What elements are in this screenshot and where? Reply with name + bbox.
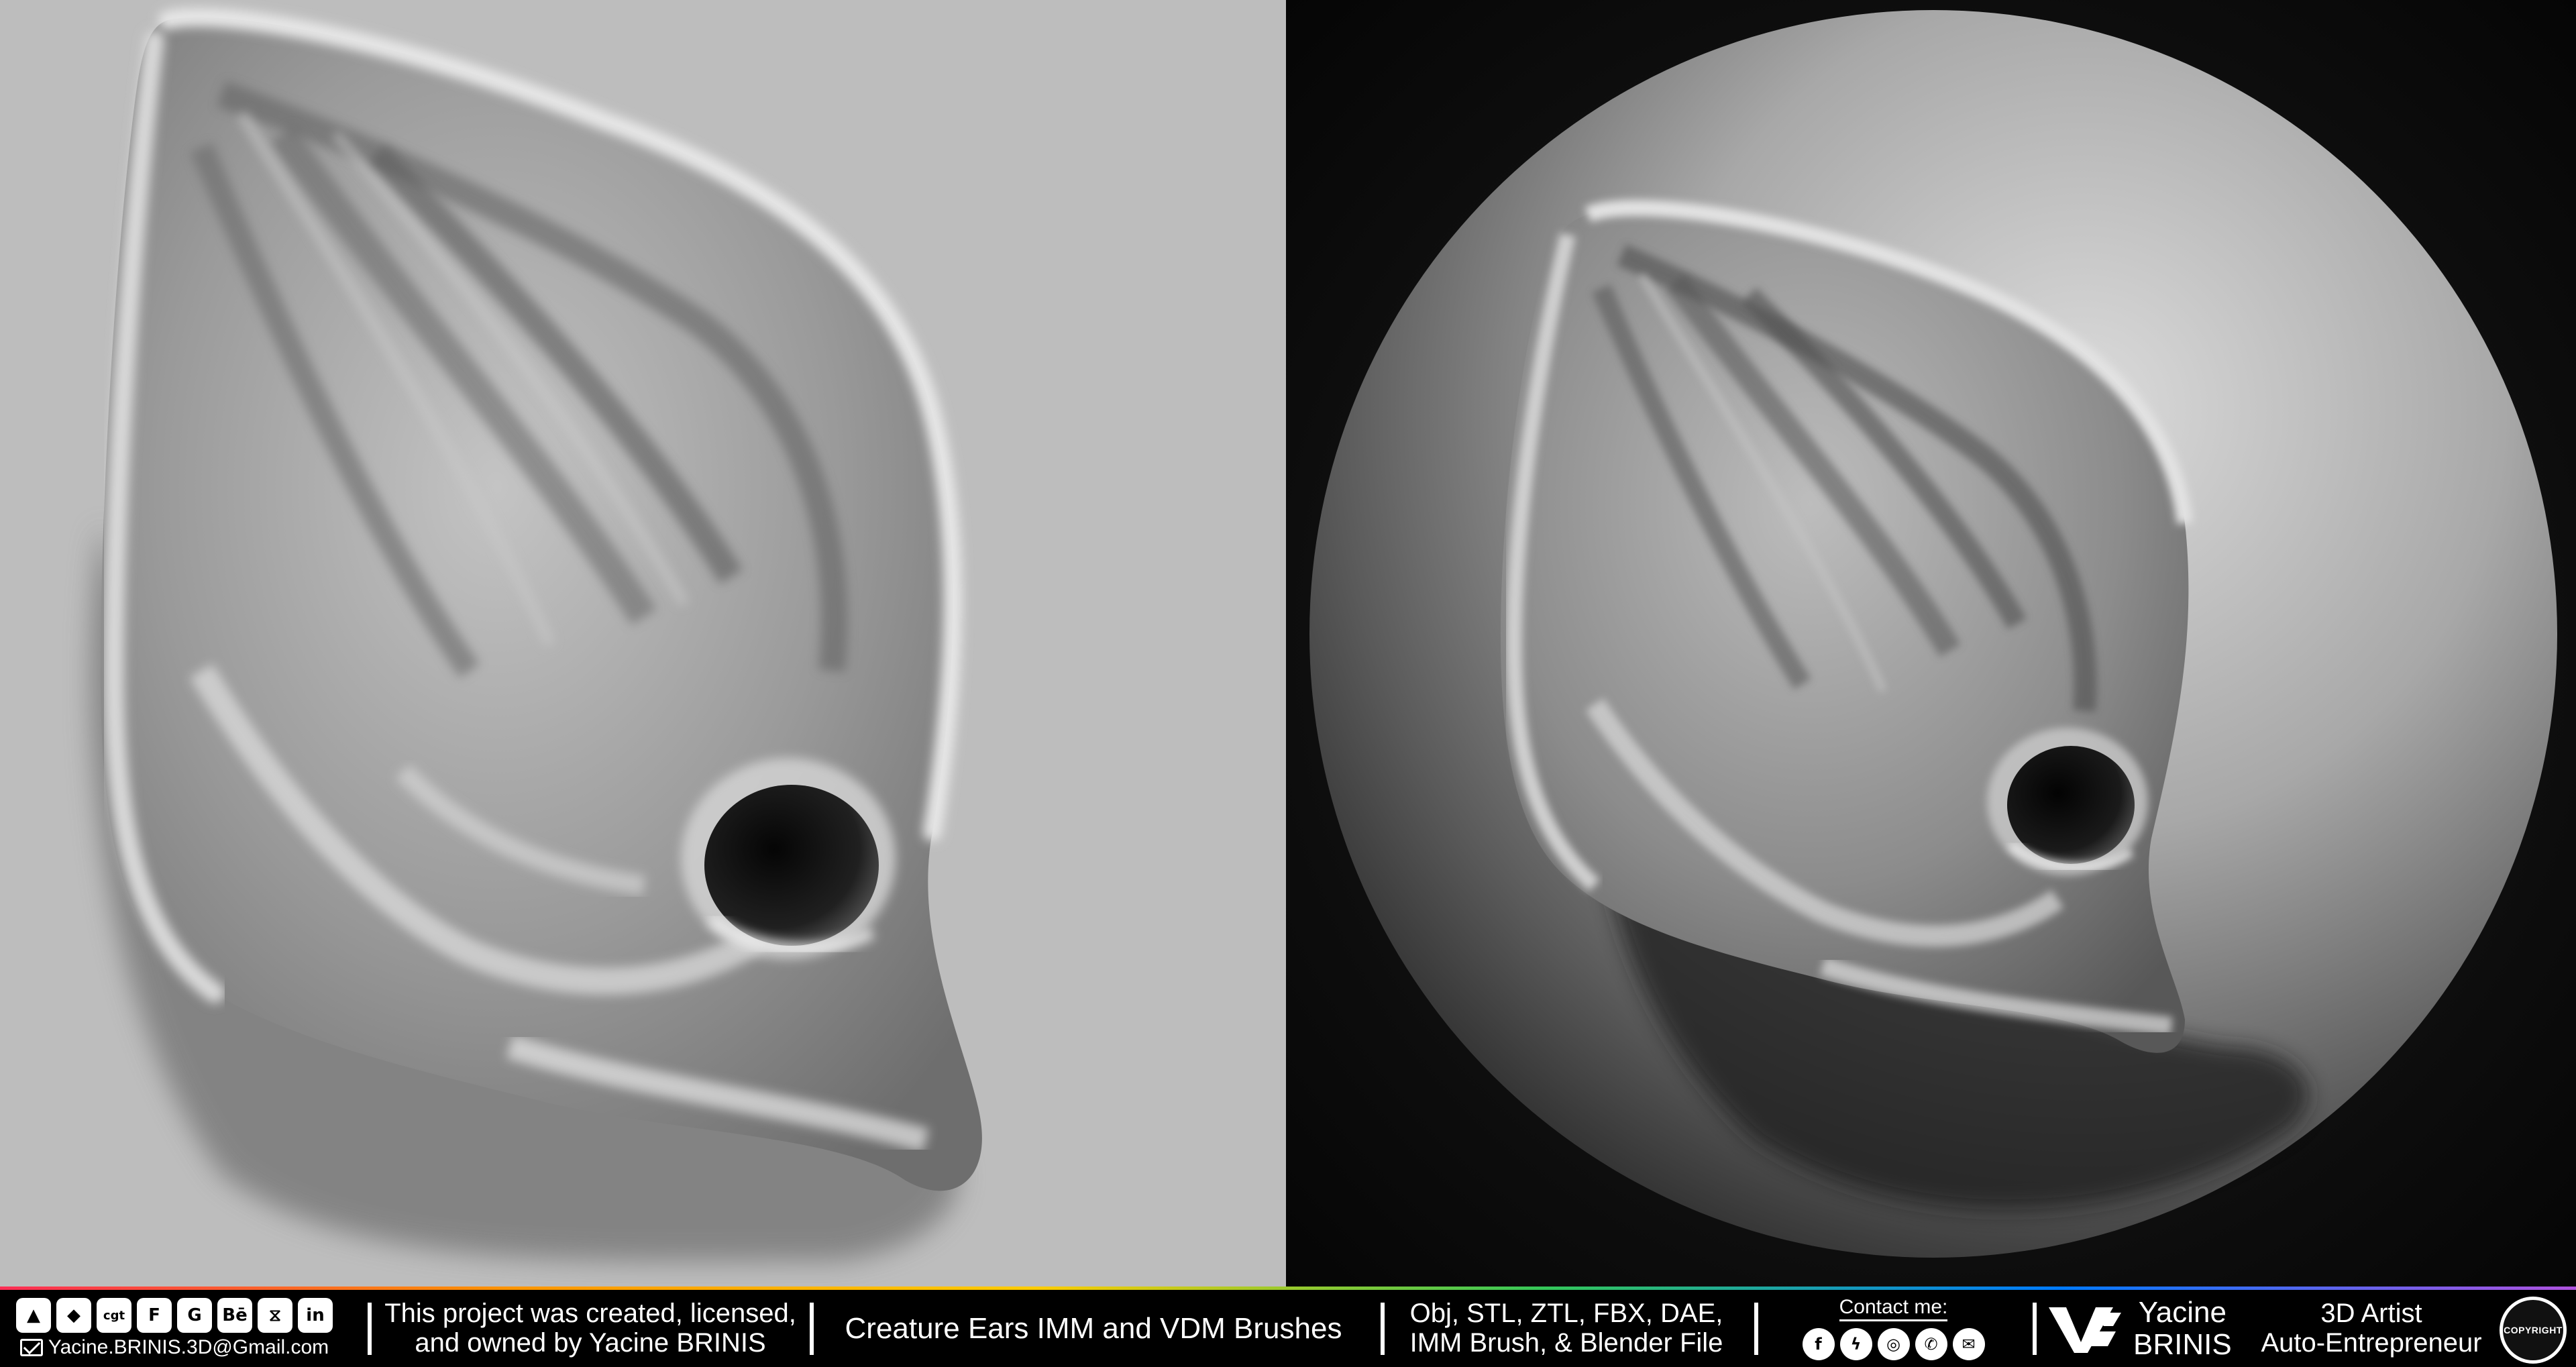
sketchfab-icon[interactable]: ◆ <box>56 1298 91 1333</box>
email-icon[interactable]: ✉ <box>1952 1328 1985 1361</box>
mail-icon <box>19 1339 43 1357</box>
formats-line-2: IMM Brush, & Blender File <box>1409 1327 1723 1358</box>
brand-logo-icon <box>2049 1307 2121 1353</box>
sphere-render-panel <box>1286 0 2576 1287</box>
facebook-icon[interactable]: f <box>1802 1328 1835 1361</box>
email-row: Yacine.BRINIS.3D@Gmail.com <box>19 1336 329 1358</box>
brand-section: Yacine BRINIS <box>2046 1290 2247 1367</box>
copyright-badge-icon: COPYRIGHT <box>2500 1297 2567 1364</box>
brand-first-name: Yacine <box>2138 1295 2226 1329</box>
gumroad-icon[interactable]: G <box>177 1298 212 1333</box>
product-title-section: Creature Ears IMM and VDM Brushes <box>818 1290 1368 1367</box>
flippednormals-icon[interactable]: F <box>137 1298 172 1333</box>
cgtrader-icon[interactable]: cgt <box>97 1298 131 1333</box>
platform-icon-row: ▲ ◆ cgt F G Bē ⧖ in <box>16 1298 333 1333</box>
linkedin-icon[interactable]: in <box>298 1298 333 1333</box>
ear-sculpt-plane-render <box>91 7 982 1262</box>
ownership-section: This project was created, licensed, and … <box>376 1290 805 1367</box>
footer-divider <box>810 1303 814 1355</box>
formats-line-1: Obj, STL, ZTL, FBX, DAE, <box>1409 1299 1723 1329</box>
ownership-line-2: and owned by Yacine BRINIS <box>415 1327 766 1358</box>
product-title: Creature Ears IMM and VDM Brushes <box>845 1311 1342 1345</box>
ownership-line-1: This project was created, licensed, <box>384 1299 796 1329</box>
instagram-icon[interactable]: ◎ <box>1877 1328 1910 1361</box>
brand-last-name: BRINIS <box>2133 1327 2232 1361</box>
file-formats-section: Obj, STL, ZTL, FBX, DAE, IMM Brush, & Bl… <box>1389 1290 1744 1367</box>
footer-divider <box>1381 1303 1385 1355</box>
whatsapp-icon[interactable]: ✆ <box>1915 1328 1947 1361</box>
messenger-icon[interactable]: ϟ <box>1839 1328 1872 1361</box>
footer-divider <box>1754 1303 1758 1355</box>
footer-divider <box>2033 1303 2037 1355</box>
brand-name: Yacine BRINIS <box>2133 1297 2232 1360</box>
contact-label: Contact me: <box>1839 1296 1948 1322</box>
role-section: 3D Artist Auto-Entrepreneur <box>2254 1290 2489 1367</box>
credits-footer: ▲ ◆ cgt F G Bē ⧖ in Yacine.BRINIS.3D@Gmail.com … <box>0 1287 2576 1367</box>
platform-links-section: ▲ ◆ cgt F G Bē ⧖ in Yacine.BRINIS.3D@Gmail.com <box>0 1290 349 1367</box>
plane-render-panel <box>0 0 1286 1287</box>
contact-icon-row: f ϟ ◎ ✆ ✉ <box>1802 1328 1985 1361</box>
role-line-1: 3D Artist <box>2320 1299 2422 1329</box>
ear-sculpt-sphere-render <box>1309 10 2557 1258</box>
behance-icon[interactable]: Bē <box>217 1298 252 1333</box>
contact-section: Contact me: f ϟ ◎ ✆ ✉ <box>1761 1290 2026 1367</box>
copyright-badge-text: COPYRIGHT <box>2504 1325 2563 1335</box>
artstation-icon[interactable]: ▲ <box>16 1298 51 1333</box>
role-line-2: Auto-Entrepreneur <box>2261 1327 2482 1358</box>
footer-divider <box>368 1303 372 1355</box>
turbosquid-icon[interactable]: ⧖ <box>258 1298 292 1333</box>
email-address[interactable]: Yacine.BRINIS.3D@Gmail.com <box>48 1336 329 1358</box>
